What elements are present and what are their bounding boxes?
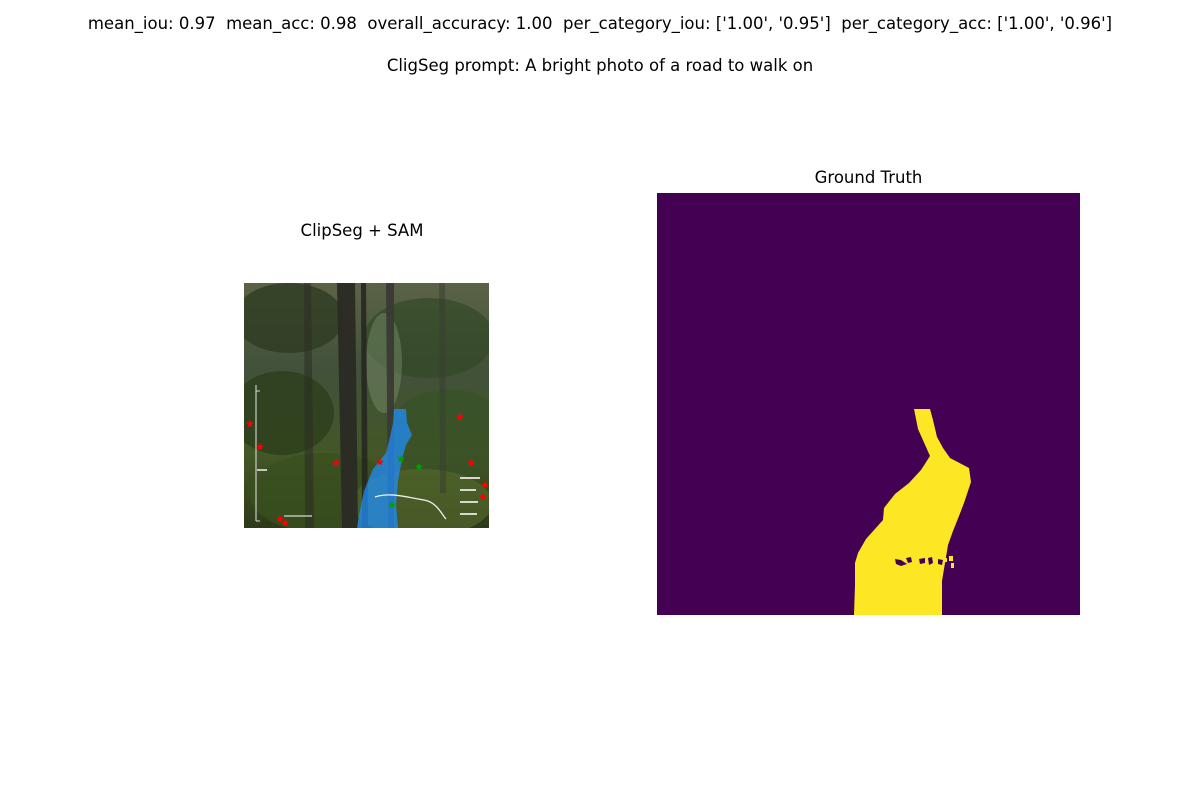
metrics-line: mean_iou: 0.97 mean_acc: 0.98 overall_ac… <box>87 14 1113 33</box>
ground-truth-mask-view <box>657 193 1080 615</box>
figure: mean_iou: 0.97 mean_acc: 0.98 overall_ac… <box>0 0 1200 800</box>
clipseg-sam-image <box>244 283 489 528</box>
ground-truth-image <box>657 193 1080 615</box>
prompt-line: CligSeg prompt: A bright photo of a road… <box>386 56 814 75</box>
right-panel-title: Ground Truth <box>814 168 923 187</box>
forest-trail-scene <box>244 283 489 528</box>
left-panel-title: ClipSeg + SAM <box>300 221 424 240</box>
